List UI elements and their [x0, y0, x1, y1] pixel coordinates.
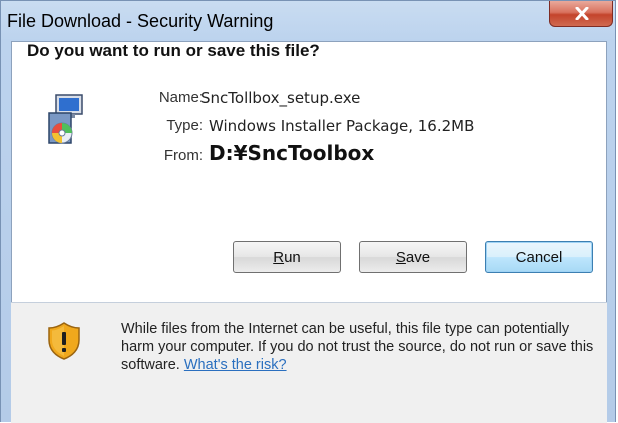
close-button[interactable]	[549, 1, 613, 27]
title-bar[interactable]: File Download - Security Warning	[1, 1, 615, 41]
file-type: Windows Installer Package, 16.2MB	[209, 117, 475, 135]
save-mnemonic: S	[395, 248, 406, 266]
window-title: File Download - Security Warning	[7, 11, 274, 31]
name-label: Name:	[158, 89, 203, 106]
save-button[interactable]: Save	[359, 241, 467, 273]
type-label: Type:	[166, 117, 203, 134]
cancel-button[interactable]: Cancel	[485, 241, 593, 273]
warning-message: While files from the Internet can be use…	[121, 320, 601, 374]
run-label: un	[284, 248, 301, 266]
file-source: D:¥SncToolbox	[209, 141, 375, 165]
whats-the-risk-link[interactable]: What's the risk?	[184, 357, 287, 373]
dialog-question: Do you want to run or save this file?	[27, 41, 320, 60]
file-name: SncTollbox_setup.exe	[201, 89, 361, 107]
run-button[interactable]: Run	[233, 241, 341, 273]
installer-package-icon	[48, 94, 83, 144]
security-warning-dialog: File Download - Security Warning Do you …	[0, 0, 616, 423]
run-mnemonic: R	[273, 248, 285, 266]
warning-shield-icon	[48, 322, 80, 360]
close-icon	[575, 7, 589, 20]
save-label: ave	[405, 248, 431, 266]
from-label: From:	[163, 147, 203, 164]
